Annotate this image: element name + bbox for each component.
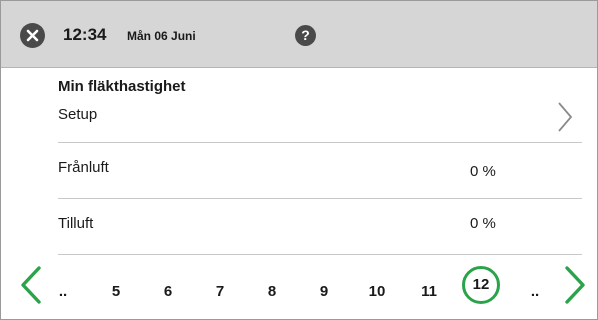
page-5[interactable]: 5 [112, 283, 120, 300]
screen-frame: 12:34 Mån 06 Juni ? Min fläkthastighet S… [0, 0, 598, 320]
page-12-current[interactable]: 12 [462, 266, 500, 304]
row-tilluft[interactable]: Tilluft 0 % [58, 199, 582, 255]
page-7[interactable]: 7 [216, 283, 224, 300]
help-icon: ? [301, 27, 310, 43]
chevron-left-icon[interactable] [19, 265, 43, 305]
row-franluft[interactable]: Frånluft 0 % [58, 143, 582, 199]
close-button[interactable] [20, 23, 45, 48]
page-ellipsis-end[interactable]: .. [531, 283, 539, 300]
help-button[interactable]: ? [295, 25, 316, 46]
page-8[interactable]: 8 [268, 283, 276, 300]
clock-time: 12:34 [63, 25, 107, 44]
page-11[interactable]: 11 [421, 283, 437, 300]
row-label: Frånluft [58, 159, 109, 176]
row-value: 0 % [470, 163, 496, 180]
chevron-right-icon [558, 102, 573, 132]
row-label: Setup [58, 106, 98, 123]
page-9[interactable]: 9 [320, 283, 328, 300]
page-10[interactable]: 10 [369, 283, 386, 300]
current-page-label: 12 [472, 276, 490, 293]
row-label: Tilluft [58, 215, 94, 232]
page-ellipsis-start[interactable]: .. [59, 283, 67, 300]
row-setup[interactable]: Setup [58, 87, 582, 143]
header-bar: 12:34 Mån 06 Juni ? [1, 1, 597, 68]
clock-date: Mån 06 Juni [127, 29, 196, 43]
row-value: 0 % [470, 215, 496, 232]
page-navigator: .. 5 6 7 8 9 10 11 12 .. [1, 253, 597, 319]
close-icon [26, 29, 39, 42]
chevron-right-nav-icon[interactable] [563, 265, 587, 305]
page-6[interactable]: 6 [164, 283, 172, 300]
